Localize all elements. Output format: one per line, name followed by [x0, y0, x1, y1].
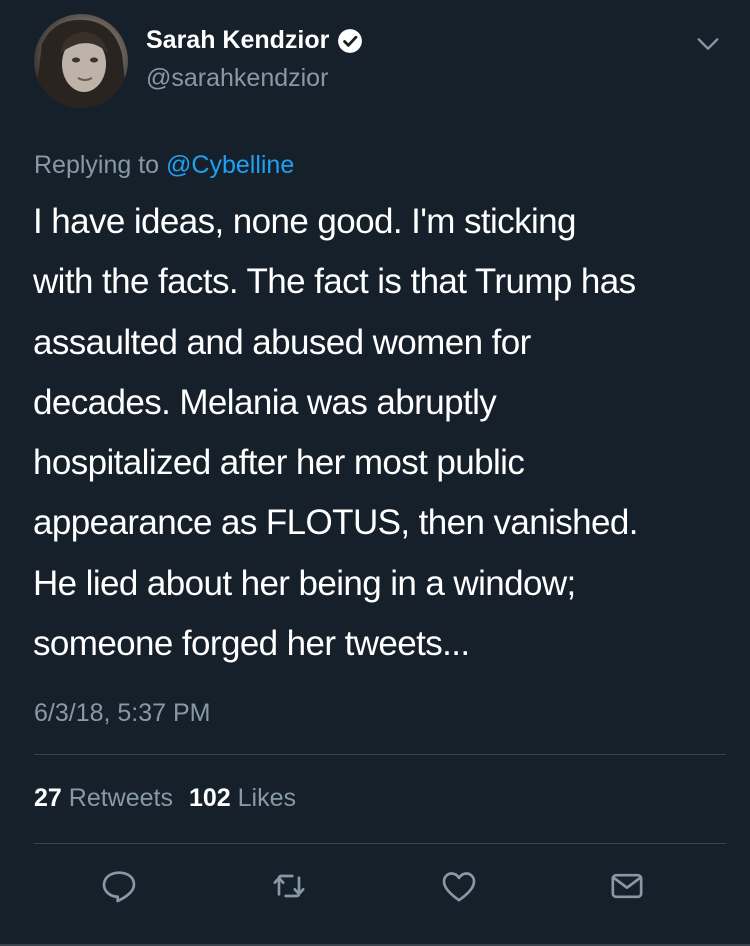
author-handle[interactable]: @sarahkendzior: [146, 64, 328, 93]
tweet-text: I have ideas, none good. I'm sticking wi…: [33, 192, 733, 674]
retweets-stat[interactable]: 27 Retweets: [34, 784, 173, 813]
divider: [34, 843, 726, 844]
retweets-count: 27: [34, 784, 62, 812]
tweet-text-line: hospitalized after her most public: [33, 443, 525, 483]
retweet-icon: [273, 874, 305, 898]
tweet-text-line: with the facts. The fact is that Trump h…: [33, 262, 636, 302]
tweet-text-line: someone forged her tweets...: [33, 624, 470, 664]
tweet-timestamp[interactable]: 6/3/18, 5:37 PM: [34, 699, 211, 728]
likes-count: 102: [188, 784, 231, 812]
envelope-icon: [611, 873, 643, 899]
author-display-name[interactable]: Sarah Kendzior: [146, 26, 329, 55]
tweet-text-line: decades. Melania was abruptly: [33, 382, 497, 422]
heart-icon: [442, 872, 476, 902]
retweets-label: Retweets: [68, 784, 173, 812]
tweet-text-line: I have ideas, none good. I'm sticking: [33, 202, 576, 241]
like-button[interactable]: [437, 866, 481, 906]
tweet-text-line: He lied about her being in a window;: [33, 563, 576, 603]
reply-button[interactable]: [97, 866, 141, 906]
chevron-down-icon[interactable]: [694, 30, 722, 58]
author-name-row[interactable]: Sarah Kendzior: [146, 26, 363, 55]
reply-mention-link[interactable]: @Cybelline: [166, 151, 294, 179]
reply-context: Replying to @Cybelline: [34, 151, 294, 180]
avatar-photo: [34, 19, 128, 108]
tweet-text-line: assaulted and abused women for: [33, 322, 531, 362]
retweet-button[interactable]: [267, 866, 311, 906]
verified-badge-icon: [337, 28, 363, 54]
likes-label: Likes: [237, 784, 297, 812]
avatar[interactable]: [34, 14, 128, 108]
engagement-stats: 27 Retweets 102 Likes: [34, 784, 312, 813]
reply-prefix: Replying to: [34, 151, 160, 179]
tweet-text-line: appearance as FLOTUS, then vanished.: [33, 503, 638, 543]
likes-stat[interactable]: 102 Likes: [189, 784, 296, 813]
reply-icon: [102, 871, 136, 903]
divider: [34, 754, 726, 755]
share-button[interactable]: [605, 866, 649, 906]
